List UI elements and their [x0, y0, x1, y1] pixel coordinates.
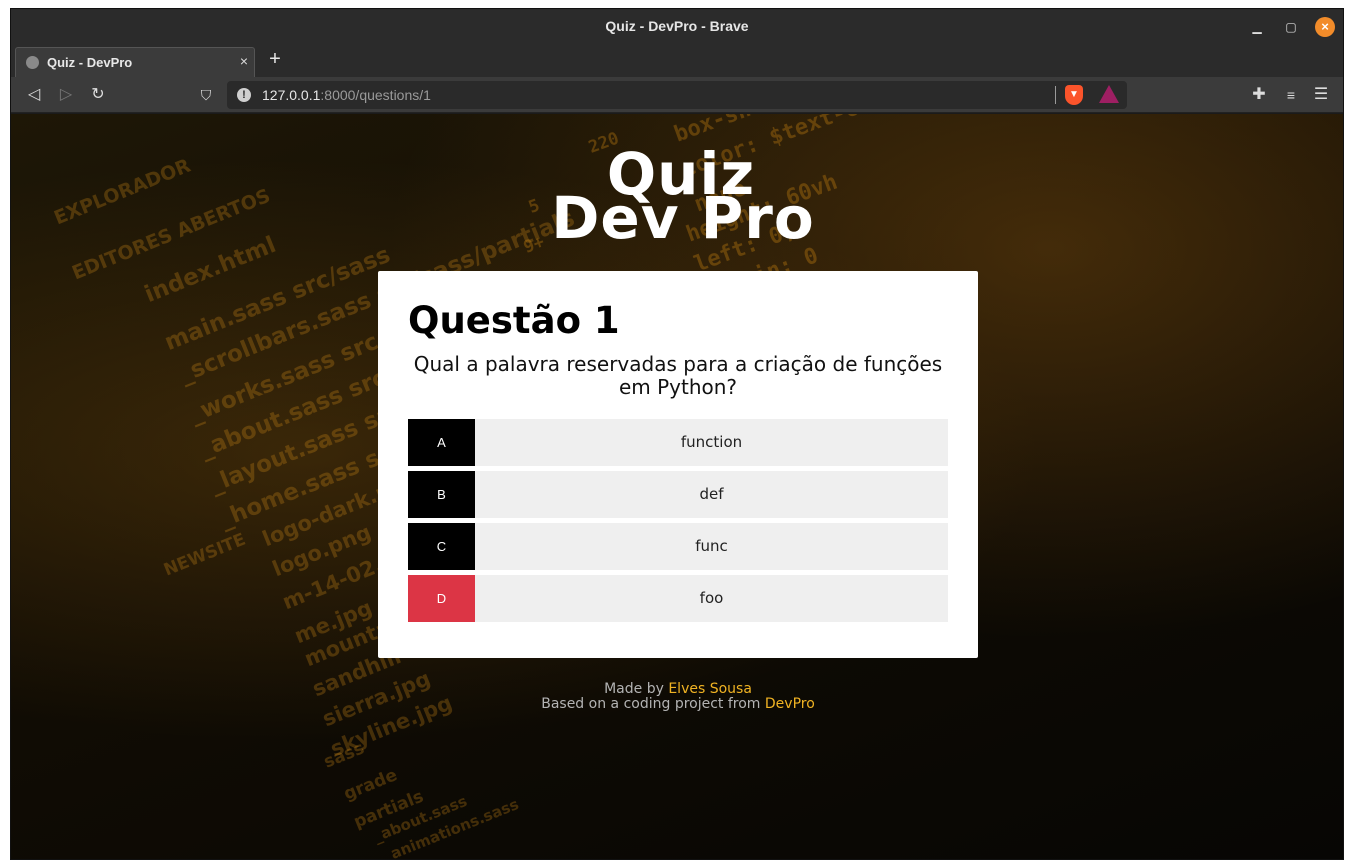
info-icon[interactable]: ! [237, 88, 251, 102]
logo-devpro: Dev Pro [551, 184, 815, 252]
question-card: Questão 1 Qual a palavra reservadas para… [378, 271, 978, 658]
page-content: EXPLORADOR EDITORES ABERTOS index.html m… [11, 114, 1343, 859]
footer-text: Based on a coding project from [541, 696, 765, 712]
option-letter[interactable]: B [408, 471, 475, 518]
title-bar: Quiz - DevPro - Brave ▁ ▢ × [11, 9, 1343, 44]
bookmark-icon[interactable]: ⛉ [195, 84, 217, 106]
brave-shields-icon[interactable]: ▼ [1065, 85, 1083, 105]
back-icon[interactable]: ◁ [23, 84, 45, 106]
url-path: :8000/questions/1 [320, 87, 431, 103]
brave-rewards-icon[interactable] [1099, 85, 1119, 103]
menu-icon[interactable]: ☰ [1310, 84, 1332, 106]
option-text[interactable]: function [475, 419, 948, 466]
new-tab-icon[interactable]: + [265, 49, 285, 71]
close-window-icon[interactable]: × [1315, 17, 1335, 37]
question-text: Qual a palavra reservadas para a criação… [413, 352, 943, 399]
option-text[interactable]: foo [475, 575, 948, 622]
window-title: Quiz - DevPro - Brave [605, 18, 749, 34]
globe-icon [26, 56, 39, 69]
media-playlist-icon[interactable]: ≡ [1280, 84, 1302, 106]
footer-based-on: Based on a coding project from DevPro [11, 697, 1343, 712]
question-heading: Questão 1 [408, 299, 620, 342]
url-text[interactable]: 127.0.0.1:8000/questions/1 [262, 87, 431, 103]
address-bar[interactable]: ! 127.0.0.1:8000/questions/1 ▼ [227, 81, 1127, 109]
maximize-icon[interactable]: ▢ [1281, 17, 1301, 37]
option-text[interactable]: func [475, 523, 948, 570]
browser-window: Quiz - DevPro - Brave ▁ ▢ × Quiz - DevPr… [10, 8, 1344, 860]
forward-icon[interactable]: ▷ [55, 84, 77, 106]
option-letter[interactable]: A [408, 419, 475, 466]
tab-strip: Quiz - DevPro × + [11, 44, 1343, 77]
option-d[interactable]: D foo [408, 575, 948, 622]
option-letter[interactable]: C [408, 523, 475, 570]
nav-toolbar: ◁ ▷ ↻ ⛉ ! 127.0.0.1:8000/questions/1 ▼ ✚… [11, 77, 1343, 113]
tab-quiz-devpro[interactable]: Quiz - DevPro × [15, 47, 255, 77]
option-b[interactable]: B def [408, 471, 948, 518]
option-c[interactable]: C func [408, 523, 948, 570]
url-host: 127.0.0.1 [262, 87, 321, 103]
url-divider [1055, 86, 1056, 104]
option-a[interactable]: A function [408, 419, 948, 466]
option-letter-wrong[interactable]: D [408, 575, 475, 622]
tab-close-icon[interactable]: × [240, 53, 248, 69]
author-link[interactable]: Elves Sousa [668, 681, 752, 697]
devpro-link[interactable]: DevPro [765, 696, 815, 712]
bg-sidebar-line: NEWSITE [161, 529, 249, 581]
extensions-icon[interactable]: ✚ [1248, 84, 1270, 106]
footer-made-by: Made by Elves Sousa [11, 682, 1343, 697]
option-text[interactable]: def [475, 471, 948, 518]
minimize-icon[interactable]: ▁ [1247, 17, 1267, 37]
footer-text: Made by [604, 681, 669, 697]
tab-title: Quiz - DevPro [47, 55, 133, 70]
reload-icon[interactable]: ↻ [87, 84, 109, 106]
